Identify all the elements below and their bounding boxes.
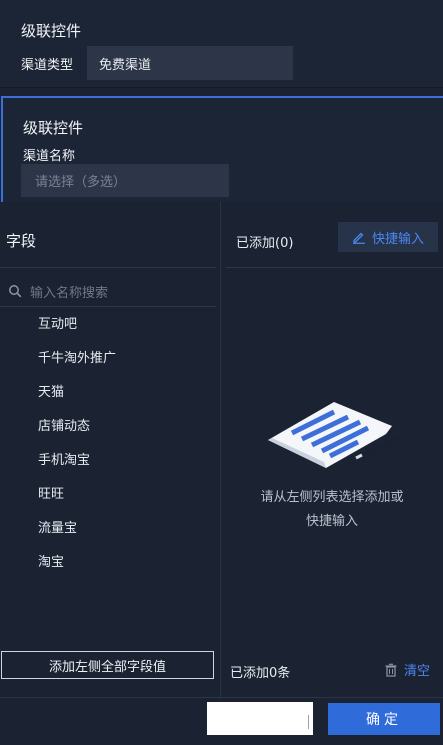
panel-divider xyxy=(226,267,443,268)
section-title: 级联控件 xyxy=(23,119,84,137)
list-item[interactable]: 旺旺 xyxy=(38,485,116,519)
added-total-label: 已添加0条 xyxy=(230,666,291,681)
confirm-button[interactable]: 确定 xyxy=(328,703,440,735)
search-icon xyxy=(9,285,22,298)
field-search[interactable]: 输入名称搜索 xyxy=(8,278,214,304)
add-all-fields-button[interactable]: 添加左侧全部字段值 xyxy=(1,651,214,679)
channel-name-multiselect[interactable]: 请选择（多选） xyxy=(21,164,229,197)
section-title: 级联控件 xyxy=(21,22,82,40)
quick-input-button[interactable]: 快捷输入 xyxy=(338,222,438,252)
list-item[interactable]: 天猫 xyxy=(38,383,116,417)
clear-label: 清空 xyxy=(404,664,431,679)
cascade-section-channel-type: 级联控件 渠道类型 免费渠道 xyxy=(0,0,443,88)
panel-divider xyxy=(0,306,216,307)
trash-icon xyxy=(385,663,397,677)
quick-input-label: 快捷输入 xyxy=(371,231,424,247)
search-input[interactable]: 输入名称搜索 xyxy=(30,282,108,301)
list-item[interactable]: 互动吧 xyxy=(38,315,116,349)
list-item[interactable]: 流量宝 xyxy=(38,519,116,553)
cascade-section-channel-name: 级联控件 渠道名称 请选择（多选） xyxy=(1,96,443,202)
transfer-panels: 字段 输入名称搜索 互动吧 千牛淘外推广 天猫 店铺动态 手机淘宝 旺旺 流量宝… xyxy=(0,202,443,697)
source-field-panel: 字段 输入名称搜索 互动吧 千牛淘外推广 天猫 店铺动态 手机淘宝 旺旺 流量宝… xyxy=(0,202,221,697)
clear-button[interactable]: 清空 xyxy=(384,660,430,679)
footer-input[interactable] xyxy=(207,702,313,735)
empty-hint-line: 快捷输入 xyxy=(305,514,358,529)
edit-icon xyxy=(352,232,365,244)
cascade-dialog: 级联控件 渠道类型 免费渠道 级联控件 渠道名称 请选择（多选） 字段 输入名称… xyxy=(0,0,443,745)
empty-hint: 请从左侧列表选择添加或 快捷输入 xyxy=(232,486,432,534)
empty-document-illustration xyxy=(268,402,405,468)
field-panel-title: 字段 xyxy=(6,232,37,250)
channel-name-label: 渠道名称 xyxy=(23,149,76,164)
selected-field-panel: 已添加(0) 快捷输入 请从左侧列表选择添加或 快捷输入 已添加0条 清空 xyxy=(222,202,443,697)
list-item[interactable]: 千牛淘外推广 xyxy=(38,349,116,383)
field-list: 互动吧 千牛淘外推广 天猫 店铺动态 手机淘宝 旺旺 流量宝 淘宝 xyxy=(38,315,116,587)
list-item[interactable]: 淘宝 xyxy=(38,553,116,587)
dialog-footer: 确定 xyxy=(0,697,443,745)
empty-hint-line: 请从左侧列表选择添加或 xyxy=(260,490,404,505)
channel-type-select[interactable]: 免费渠道 xyxy=(87,46,293,80)
panel-divider xyxy=(0,267,216,268)
list-item[interactable]: 店铺动态 xyxy=(38,417,116,451)
channel-type-label: 渠道类型 xyxy=(21,58,74,73)
list-item[interactable]: 手机淘宝 xyxy=(38,451,116,485)
added-count-label: 已添加(0) xyxy=(236,236,294,251)
